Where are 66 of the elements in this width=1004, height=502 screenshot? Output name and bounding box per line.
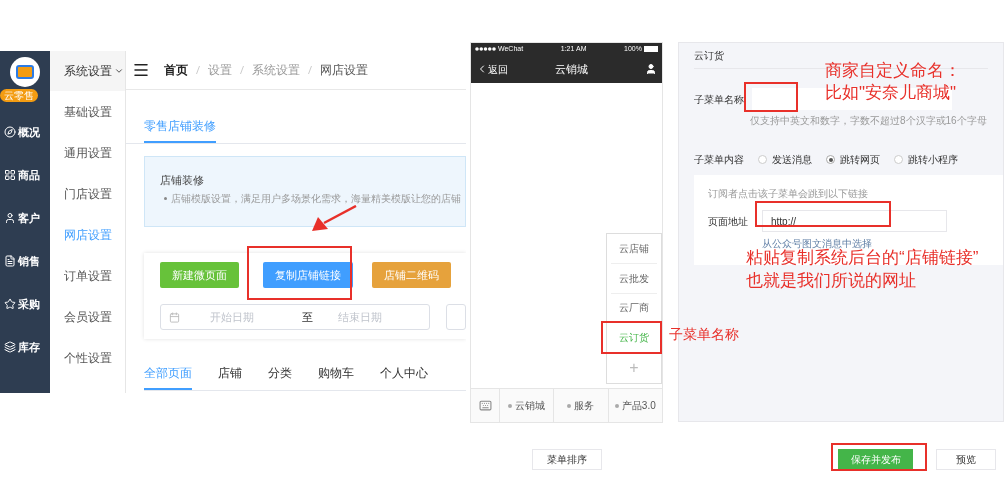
field-label: 子菜单内容 [694,153,744,167]
annotation-text: 比如"安奈儿商城" [825,82,958,104]
highlight-frame [601,321,662,354]
url-input-field[interactable]: http:// [762,210,947,232]
battery-icon [644,46,658,52]
calendar-icon [169,311,180,323]
submenu-item[interactable]: 通用设置 [64,144,125,162]
radio-option[interactable]: 跳转小程序 [894,152,958,167]
notice-text: 店铺模版设置，满足用户多场景化需求，海量精美模版让您的店铺 [171,192,461,206]
user-icon [4,212,16,224]
menu-item[interactable]: 产品3.0 [608,389,662,422]
nav-item[interactable]: 销售 [4,251,51,271]
page-tab[interactable]: 购物车 [318,364,354,390]
radio-option[interactable]: 发送消息 [758,152,812,167]
annotation-text: 子菜单名称 [669,325,739,343]
nav-item[interactable]: 概况 [4,122,51,142]
menu-item[interactable]: 云销城 [500,389,555,422]
filter-field[interactable] [446,304,466,330]
logo-icon [10,57,41,87]
document-icon [4,255,16,267]
nav-item[interactable]: 商品 [4,165,51,185]
compass-icon [4,126,16,138]
annotation-text: 粘贴复制系统后台的“店铺链接” [746,248,979,269]
submenu-item[interactable]: 订单设置 [64,267,125,285]
submenu-item[interactable]: 云批发 [611,263,657,294]
signal-icon [475,47,496,51]
slash-separator-icon [240,65,244,75]
submenu-item[interactable]: 云店铺 [611,234,657,264]
field-hint: 仅支持中英文和数字，字数不超过8个汉字或16个字母 [750,114,988,128]
radio-option[interactable]: 跳转网页 [826,152,880,167]
highlight-frame [744,82,798,112]
page-tab[interactable]: 个人中心 [380,364,428,390]
nav-item[interactable]: 采购 [4,294,51,314]
breadcrumb-link[interactable]: 网店设置 [320,61,368,79]
submenu-header[interactable]: 系统设置 [50,51,125,91]
submenu-item[interactable]: 门店设置 [64,185,125,203]
notice-title: 店铺装修 [160,173,205,187]
menu-item[interactable]: 服务 [554,389,609,422]
annotation-text: 也就是我们所说的网址 [746,270,917,292]
submenu-item[interactable]: 云厂商 [611,293,657,324]
pointer-arrow [310,205,358,233]
brand-badge: 云零售 [0,89,38,102]
back-link[interactable]: 返回 [476,61,508,77]
layers-icon [4,341,16,353]
page-title: 云销城 [555,61,588,77]
menu-sort-button[interactable]: 菜单排序 [532,449,602,470]
slash-separator-icon [196,65,200,75]
nav-item[interactable]: 库存 [4,337,51,357]
star-icon [4,298,16,310]
submenu-item[interactable]: 基础设置 [64,103,125,121]
keyboard-icon[interactable] [478,399,492,412]
link-hint: 订阅者点击该子菜单会跳到以下链接 [708,187,869,201]
page-tab[interactable]: 店铺 [218,364,242,390]
page-tab[interactable]: 分类 [268,364,292,390]
preview-button[interactable]: 预览 [936,449,996,470]
grid-icon [4,169,16,181]
user-icon[interactable] [645,63,657,75]
nav-item[interactable]: 客户 [4,208,51,228]
chevron-down-icon [114,66,125,76]
field-label: 页面地址 [708,214,748,229]
menu-icon[interactable] [132,61,150,79]
slash-separator-icon [308,65,312,75]
submenu-item[interactable]: 会员设置 [64,308,125,326]
breadcrumb-link[interactable]: 首页 [164,61,188,79]
field-label: 子菜单名称 [694,92,744,107]
submenu-item[interactable]: 个性设置 [64,349,125,367]
